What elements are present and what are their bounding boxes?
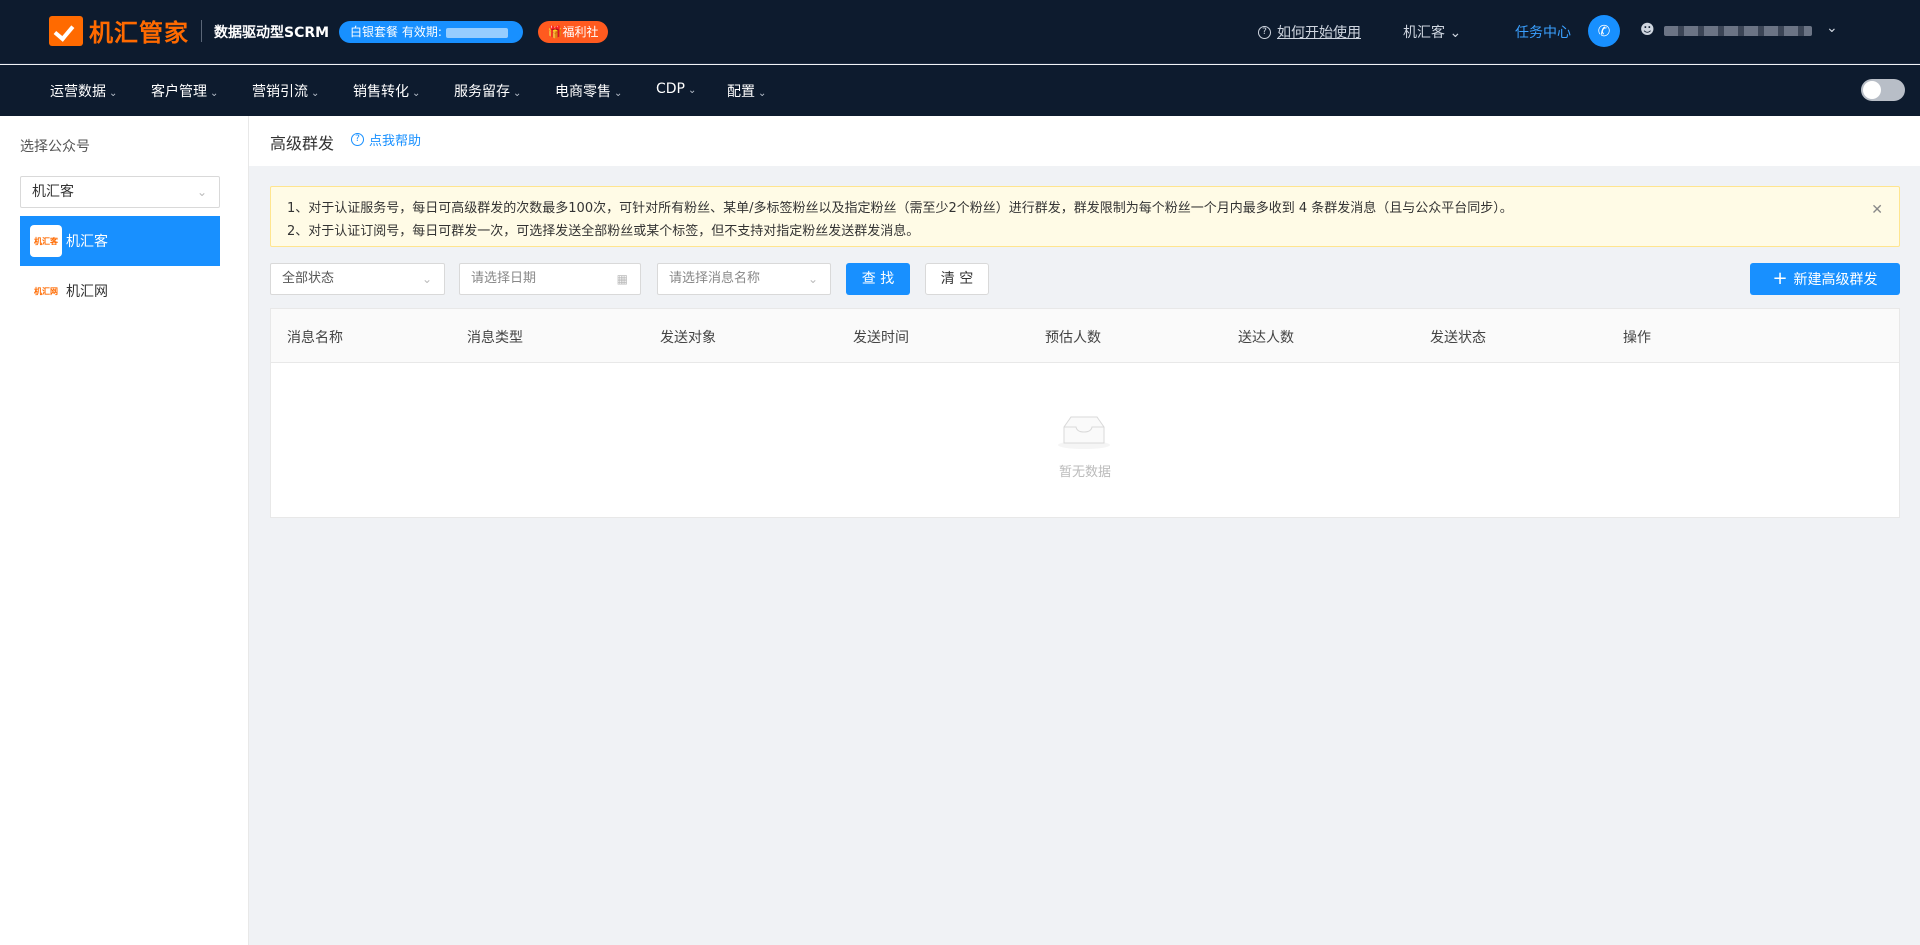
chevron-down-icon: ⌄ xyxy=(758,88,767,99)
sidebar: 选择公众号 机汇客 ⌄ 机汇客 机汇客 机汇网 机汇网 xyxy=(0,116,249,945)
account-name: 机汇网 xyxy=(66,284,108,300)
nav-item-label: 运营数据 xyxy=(50,84,106,100)
chevron-down-icon: ⌄ xyxy=(614,88,623,99)
status-select[interactable]: 全部状态 ⌄ xyxy=(270,263,445,295)
nav-item-sales-conversion[interactable]: 销售转化 ⌄ xyxy=(353,81,420,101)
column-header: 送达人数 xyxy=(1238,330,1294,346)
account-select-value: 机汇客 xyxy=(32,184,74,200)
chevron-down-icon: ⌄ xyxy=(513,88,522,99)
table-header: 消息名称 消息类型 发送对象 发送时间 预估人数 送达人数 发送状态 操作 xyxy=(271,309,1899,363)
plan-expiry-redacted xyxy=(445,27,508,38)
status-select-value: 全部状态 xyxy=(282,271,335,286)
notice-line: 1、对于认证服务号，每日可高级群发的次数最多100次，可针对所有粉丝、某单/多标… xyxy=(287,201,1513,216)
account-switch-dropdown[interactable]: 机汇客 ⌄ xyxy=(1403,22,1461,42)
nav-item-label: 服务留存 xyxy=(454,84,510,100)
nav-item-service-retention[interactable]: 服务留存 ⌄ xyxy=(454,81,521,101)
notice-line: 2、对于认证订阅号，每日可群发一次，可选择发送全部粉丝或某个标签，但不支持对指定… xyxy=(287,224,920,239)
phone-icon[interactable]: ✆ xyxy=(1588,15,1620,47)
account-name: 机汇客 xyxy=(66,234,108,250)
account-logo: 机汇网 xyxy=(34,286,58,296)
clear-button[interactable]: 清 空 xyxy=(925,263,989,295)
chevron-down-icon: ⌄ xyxy=(807,272,818,286)
help-label: 点我帮助 xyxy=(369,134,422,149)
chevron-down-icon: ⌄ xyxy=(412,88,421,99)
calendar-icon: ▦ xyxy=(616,272,628,286)
logo[interactable]: 机汇管家 xyxy=(49,13,189,48)
empty-text: 暂无数据 xyxy=(1058,465,1111,480)
main-nav: 运营数据 ⌄ 客户管理 ⌄ 营销引流 ⌄ 销售转化 ⌄ 服务留存 ⌄ 电商零售 ⌄ CDP ⌄… xyxy=(0,65,1920,116)
theme-toggle[interactable] xyxy=(1861,79,1905,101)
chevron-down-icon: ⌄ xyxy=(421,272,432,286)
empty-inbox-icon xyxy=(1058,416,1110,449)
broadcast-table: 消息名称 消息类型 发送对象 发送时间 预估人数 送达人数 发送状态 操作 暂无… xyxy=(270,308,1900,518)
new-broadcast-label: 新建高级群发 xyxy=(1793,272,1878,288)
task-center-link[interactable]: 任务中心 xyxy=(1515,22,1571,42)
nav-item-label: 销售转化 xyxy=(353,84,409,100)
nav-item-marketing[interactable]: 营销引流 ⌄ xyxy=(252,81,319,101)
nav-item-label: 客户管理 xyxy=(151,84,207,100)
chevron-down-icon: ⌄ xyxy=(311,88,320,99)
date-picker[interactable]: 请选择日期 ▦ xyxy=(459,263,641,295)
message-name-placeholder: 请选择消息名称 xyxy=(669,271,761,286)
account-switch-label: 机汇客 xyxy=(1403,25,1445,41)
search-button[interactable]: 查 找 xyxy=(846,263,910,295)
chevron-down-icon[interactable]: ⌄ xyxy=(1826,20,1838,36)
chevron-down-icon: ⌄ xyxy=(1449,25,1462,41)
chevron-down-icon: ⌄ xyxy=(196,185,207,199)
nav-item-label: 电商零售 xyxy=(555,84,611,100)
chevron-down-icon: ⌄ xyxy=(688,85,697,96)
product-subtitle: 数据驱动型SCRM xyxy=(214,25,330,41)
page-title: 高级群发 xyxy=(270,134,335,153)
user-icon: ☻ xyxy=(1640,22,1655,38)
plan-label: 白银套餐 有效期: xyxy=(350,25,442,39)
question-icon: ? xyxy=(1258,25,1271,39)
nav-item-label: 配置 xyxy=(727,84,755,100)
logo-icon xyxy=(49,15,83,46)
notice-alert: 1、对于认证服务号，每日可高级群发的次数最多100次，可针对所有粉丝、某单/多标… xyxy=(270,186,1900,247)
top-header: 机汇管家 数据驱动型SCRM 白银套餐 有效期: 🎁福利社 ? 如何开始使用 机… xyxy=(0,0,1920,64)
nav-item-ecommerce[interactable]: 电商零售 ⌄ xyxy=(555,81,622,101)
column-header: 发送对象 xyxy=(660,330,716,346)
sidebar-item-account[interactable]: 机汇客 机汇客 xyxy=(20,216,220,266)
logo-text: 机汇管家 xyxy=(89,19,189,47)
help-button[interactable]: ? 点我帮助 xyxy=(351,130,421,149)
column-header: 发送状态 xyxy=(1430,330,1486,346)
plus-icon: + xyxy=(1772,268,1788,289)
sidebar-title: 选择公众号 xyxy=(20,139,90,155)
plan-badge[interactable]: 白银套餐 有效期: xyxy=(339,21,523,43)
welfare-button[interactable]: 🎁福利社 xyxy=(538,21,608,43)
empty-state: 暂无数据 xyxy=(271,363,1899,518)
how-to-start-link[interactable]: ? 如何开始使用 xyxy=(1258,22,1361,42)
sidebar-item-account[interactable]: 机汇网 机汇网 xyxy=(20,266,220,316)
nav-item-operations-data[interactable]: 运营数据 ⌄ xyxy=(50,81,117,101)
account-logo: 机汇客 xyxy=(30,225,62,257)
chevron-down-icon: ⌄ xyxy=(210,88,219,99)
nav-item-label: CDP xyxy=(656,81,685,97)
message-name-select[interactable]: 请选择消息名称 ⌄ xyxy=(657,263,831,295)
nav-item-config[interactable]: 配置 ⌄ xyxy=(727,81,766,101)
nav-item-customer-management[interactable]: 客户管理 ⌄ xyxy=(151,81,218,101)
close-icon[interactable]: ✕ xyxy=(1871,199,1883,222)
page-header: 高级群发 ? 点我帮助 xyxy=(249,116,1920,166)
new-broadcast-button[interactable]: + 新建高级群发 xyxy=(1750,263,1900,295)
nav-item-cdp[interactable]: CDP ⌄ xyxy=(656,81,696,97)
how-to-start-label: 如何开始使用 xyxy=(1277,25,1361,41)
column-header: 预估人数 xyxy=(1045,330,1101,346)
nav-item-label: 营销引流 xyxy=(252,84,308,100)
question-icon: ? xyxy=(351,133,364,146)
column-header: 消息类型 xyxy=(467,330,523,346)
divider xyxy=(201,20,202,42)
column-header: 发送时间 xyxy=(853,330,909,346)
user-name-redacted[interactable] xyxy=(1664,26,1812,36)
column-header: 操作 xyxy=(1623,330,1651,346)
date-placeholder: 请选择日期 xyxy=(471,271,537,286)
chevron-down-icon: ⌄ xyxy=(109,88,118,99)
column-header: 消息名称 xyxy=(287,330,343,346)
account-select[interactable]: 机汇客 ⌄ xyxy=(20,176,220,208)
